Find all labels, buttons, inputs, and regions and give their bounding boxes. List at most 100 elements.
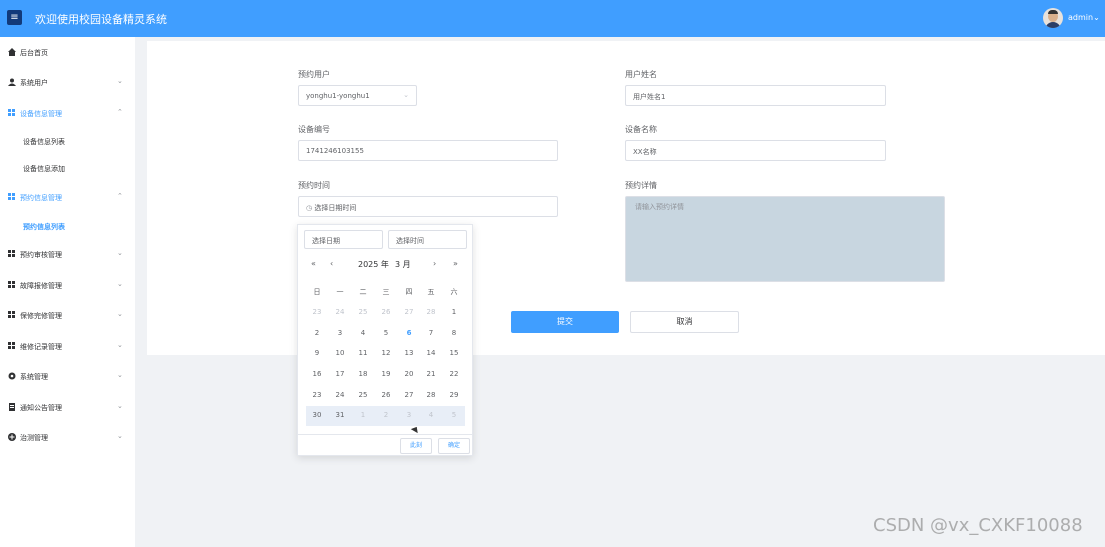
calendar-day[interactable]: 2 (307, 329, 327, 337)
sidebar-item-device-add[interactable]: 设备信息添加 (0, 159, 135, 179)
prev-year-icon[interactable]: « (311, 259, 316, 268)
sidebar-item-fault-repair[interactable]: 故障报修管理 ⌄ (0, 276, 135, 296)
calendar-day[interactable]: 5 (376, 329, 396, 337)
calendar-day[interactable]: 21 (421, 370, 441, 378)
calendar-day[interactable]: 16 (307, 370, 327, 378)
picker-time-input[interactable]: 选择时间 (388, 230, 467, 249)
sidebar-item-label: 后台首页 (20, 49, 48, 57)
calendar-day[interactable]: 8 (444, 329, 464, 337)
gear-icon (8, 372, 16, 380)
datetime-input[interactable]: ◷ 选择日期时间 (298, 196, 558, 217)
picker-date-input[interactable]: 选择日期 (304, 230, 383, 249)
calendar-day[interactable]: 3 (399, 411, 419, 419)
picker-month[interactable]: 3 月 (395, 259, 411, 270)
calendar-day[interactable]: 1 (353, 411, 373, 419)
sidebar-item-label: 设备信息添加 (23, 165, 65, 173)
calendar-day[interactable]: 22 (444, 370, 464, 378)
confirm-button[interactable]: 确定 (438, 438, 470, 454)
chevron-down-icon: ⌄ (117, 341, 123, 349)
calendar-day[interactable]: 2 (376, 411, 396, 419)
calendar-day[interactable]: 23 (307, 391, 327, 399)
calendar-day[interactable]: 27 (399, 391, 419, 399)
app-title: 欢迎使用校园设备精灵系统 (35, 13, 167, 26)
sidebar-item-system[interactable]: 系统管理 ⌄ (0, 367, 135, 387)
calendar-day[interactable]: 10 (330, 349, 350, 357)
sidebar-item-reservation-list[interactable]: 预约信息列表 (0, 217, 135, 237)
calendar-day[interactable]: 26 (376, 308, 396, 316)
calendar-day[interactable]: 25 (353, 391, 373, 399)
chevron-down-icon: ⌄ (117, 249, 123, 257)
calendar-day[interactable]: 27 (399, 308, 419, 316)
sidebar-item-home[interactable]: 后台首页 (0, 43, 135, 63)
next-month-icon[interactable]: › (433, 259, 436, 268)
plus-circle-icon (8, 433, 16, 441)
calendar-day[interactable]: 31 (330, 411, 350, 419)
picker-year[interactable]: 2025 年 (358, 259, 389, 270)
calendar-day[interactable]: 28 (421, 391, 441, 399)
calendar-day[interactable]: 29 (444, 391, 464, 399)
calendar-day[interactable]: 13 (399, 349, 419, 357)
calendar-day[interactable]: 18 (353, 370, 373, 378)
sidebar-item-repair-complete[interactable]: 保修完修管理 ⌄ (0, 306, 135, 326)
calendar-day[interactable]: 19 (376, 370, 396, 378)
calendar-day[interactable]: 14 (421, 349, 441, 357)
next-year-icon[interactable]: » (453, 259, 458, 268)
calendar-day[interactable]: 6 (399, 329, 419, 337)
calendar-day[interactable]: 24 (330, 308, 350, 316)
sidebar-item-device-info[interactable]: 设备信息管理 ⌃ (0, 104, 135, 124)
cancel-button[interactable]: 取消 (630, 311, 739, 333)
calendar-day[interactable]: 3 (330, 329, 350, 337)
sidebar-item-label: 保修完修管理 (20, 312, 62, 320)
device-name-input[interactable]: XX名称 (625, 140, 886, 161)
weekday-header: 六 (450, 288, 458, 296)
calendar-day[interactable]: 23 (307, 308, 327, 316)
sidebar-item-label: 预约信息管理 (20, 194, 62, 202)
detail-textarea[interactable]: 请输入预约详情 (625, 196, 945, 282)
calendar-day[interactable]: 9 (307, 349, 327, 357)
time-label: 预约时间 (298, 181, 330, 190)
device-no-input[interactable]: 1741246103155 (298, 140, 558, 161)
calendar-day[interactable]: 1 (444, 308, 464, 316)
picker-footer-divider (298, 434, 472, 435)
grid-icon (8, 281, 16, 289)
sidebar-item-reservation[interactable]: 预约信息管理 ⌃ (0, 188, 135, 208)
calendar-day[interactable]: 15 (444, 349, 464, 357)
avatar[interactable] (1043, 8, 1063, 28)
name-input[interactable]: 用户姓名1 (625, 85, 886, 106)
calendar-day[interactable]: 7 (421, 329, 441, 337)
calendar-day[interactable]: 11 (353, 349, 373, 357)
sidebar-item-repair-records[interactable]: 维修记录管理 ⌄ (0, 337, 135, 357)
calendar-day[interactable]: 25 (353, 308, 373, 316)
calendar-day[interactable]: 4 (421, 411, 441, 419)
weekday-header: 四 (405, 288, 413, 296)
calendar-day[interactable]: 24 (330, 391, 350, 399)
sidebar-item-label: 系统管理 (20, 373, 48, 381)
weekday-header: 二 (359, 288, 367, 296)
sidebar-item-label: 设备信息列表 (23, 138, 65, 146)
calendar-day[interactable]: 26 (376, 391, 396, 399)
sidebar-item-label: 系统用户 (20, 79, 48, 87)
calendar-day[interactable]: 4 (353, 329, 373, 337)
sidebar-item-system-users[interactable]: 系统用户 ⌄ (0, 73, 135, 93)
weekday-header: 日 (313, 288, 321, 296)
calendar-day[interactable]: 30 (307, 411, 327, 419)
now-button[interactable]: 此刻 (400, 438, 432, 454)
sidebar-item-notice[interactable]: 通知公告管理 ⌄ (0, 398, 135, 418)
datetime-picker: 选择日期 选择时间 « ‹ 2025 年 3 月 › » 此刻 确定 日 一 二 三 四… (297, 224, 473, 456)
user-label: 预约用户 (298, 70, 330, 79)
calendar-day[interactable]: 20 (399, 370, 419, 378)
calendar-day[interactable]: 28 (421, 308, 441, 316)
sidebar-item-monitor[interactable]: 治测管理 ⌄ (0, 428, 135, 448)
calendar-day[interactable]: 17 (330, 370, 350, 378)
sidebar-item-device-list[interactable]: 设备信息列表 (0, 132, 135, 152)
prev-month-icon[interactable]: ‹ (330, 259, 333, 268)
submit-button[interactable]: 提交 (511, 311, 619, 333)
user-menu[interactable]: admin⌄ (1068, 13, 1100, 22)
menu-toggle-icon[interactable]: ≡ (7, 10, 22, 25)
calendar-day[interactable]: 12 (376, 349, 396, 357)
calendar-day[interactable]: 5 (444, 411, 464, 419)
username: admin (1068, 13, 1094, 22)
chevron-down-icon: ⌄ (117, 402, 123, 410)
user-select[interactable]: yonghu1-yonghu1 ⌄ (298, 85, 417, 106)
sidebar-item-reservation-review[interactable]: 预约审核管理 ⌄ (0, 245, 135, 265)
